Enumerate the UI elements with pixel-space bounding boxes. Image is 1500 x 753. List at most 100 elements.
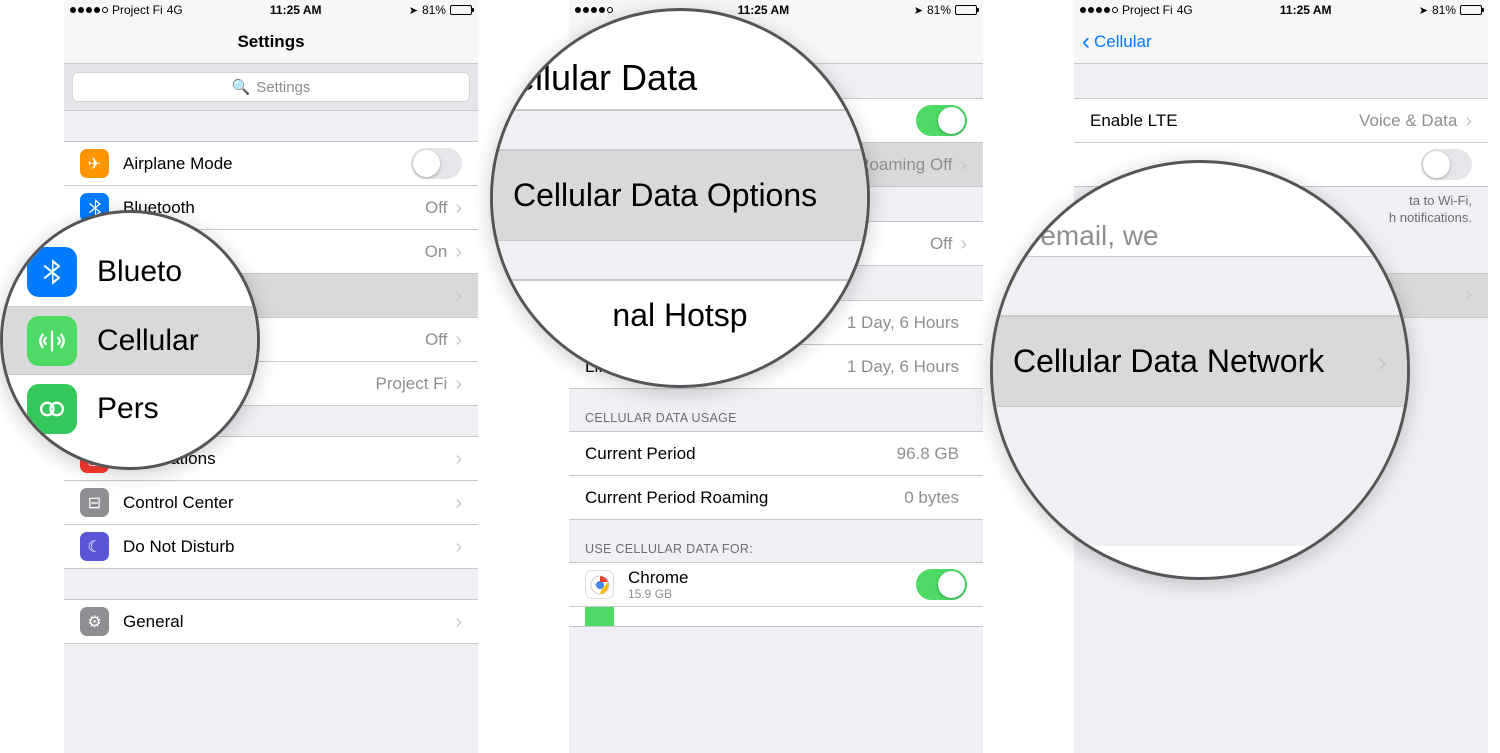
- row-wifi[interactable]: On ›: [64, 229, 478, 273]
- moon-icon: ☾: [80, 532, 109, 561]
- chevron-right-icon: ›: [455, 612, 462, 632]
- clock: 11:25 AM: [270, 3, 322, 17]
- battery-percent: 81%: [1432, 3, 1456, 17]
- airplane-toggle[interactable]: [411, 148, 462, 179]
- row-app[interactable]: [569, 606, 983, 626]
- row-cellular-data[interactable]: [569, 98, 983, 142]
- chevron-right-icon: ›: [455, 286, 462, 306]
- row-control-center[interactable]: ⊟ Control Center ›: [64, 480, 478, 524]
- value: 96.8 GB: [897, 444, 959, 464]
- chevron-right-icon: ›: [455, 242, 462, 262]
- label: Notifications: [123, 449, 455, 469]
- label: Cellular: [123, 286, 455, 306]
- value: Voice & Data: [1359, 111, 1457, 131]
- label: Current Period Roaming: [585, 488, 904, 508]
- row-personal-hotspot[interactable]: Off ›: [569, 221, 983, 265]
- gear-icon: ⚙: [80, 607, 109, 636]
- label: Airplane Mode: [123, 154, 411, 174]
- value: Off: [425, 330, 447, 350]
- status-bar: Project Fi 4G 11:25 AM ➤ 81%: [64, 0, 478, 20]
- label: Chrome: [628, 568, 916, 588]
- label: Lifetime: [585, 357, 847, 377]
- row-usage-current: Current Period 96.8 GB: [569, 431, 983, 475]
- value: Project Fi: [376, 374, 448, 394]
- label: Enable LTE: [1090, 111, 1359, 131]
- row-usage-roaming: Current Period Roaming 0 bytes: [569, 475, 983, 519]
- label: Current Period: [585, 444, 897, 464]
- chevron-left-icon: ‹: [1082, 30, 1090, 54]
- row-cellular[interactable]: Cellular ›: [64, 273, 478, 317]
- carrier-label: Project Fi: [112, 3, 163, 17]
- airplane-icon: ✈: [80, 149, 109, 178]
- signal-dots-icon: [70, 7, 108, 13]
- search-input[interactable]: 🔍 Settings: [72, 72, 470, 102]
- roaming-toggle[interactable]: [1421, 149, 1472, 180]
- cellular-icon: [80, 281, 109, 310]
- row-carrier[interactable]: Project Fi ›: [64, 361, 478, 405]
- row-calltime-lifetime: Lifetime 1 Day, 6 Hours: [569, 344, 983, 388]
- battery-icon: [955, 5, 977, 15]
- row-cellular-data-network[interactable]: ›: [1074, 273, 1488, 317]
- chevron-right-icon: ›: [960, 155, 967, 175]
- navbar: Settings: [64, 20, 478, 64]
- phone-cellular-data-options: Project Fi 4G 11:25 AM ➤ 81% ‹ Cellular …: [1074, 0, 1488, 753]
- chrome-toggle[interactable]: [916, 569, 967, 600]
- row-hotspot[interactable]: Off ›: [64, 317, 478, 361]
- row-general[interactable]: ⚙ General ›: [64, 599, 478, 643]
- row-enable-lte[interactable]: Enable LTE Voice & Data ›: [1074, 98, 1488, 142]
- chevron-right-icon: ›: [455, 537, 462, 557]
- network-label: 4G: [167, 3, 183, 17]
- signal-dots-icon: [1080, 7, 1118, 13]
- value: On: [425, 242, 448, 262]
- signal-dots-icon: [575, 7, 613, 13]
- carrier-label: Project Fi: [1122, 3, 1173, 17]
- row-cellular-data-options[interactable]: Roaming Off ›: [569, 142, 983, 186]
- header-usage: CELLULAR DATA USAGE: [569, 389, 983, 431]
- label: Bluetooth: [123, 198, 425, 218]
- cellular-data-toggle[interactable]: [916, 105, 967, 136]
- chevron-right-icon: ›: [455, 330, 462, 350]
- search-placeholder: Settings: [256, 79, 310, 96]
- value: 0 bytes: [904, 488, 959, 508]
- app-icon: [585, 606, 614, 626]
- back-label: Cellular: [1094, 32, 1152, 52]
- row-dnd[interactable]: ☾ Do Not Disturb ›: [64, 524, 478, 568]
- row-calltime-current: Current Period 1 Day, 6 Hours: [569, 300, 983, 344]
- search-icon: 🔍: [232, 78, 251, 96]
- hotspot-icon: [80, 325, 109, 354]
- label: Control Center: [123, 493, 455, 513]
- chevron-right-icon: ›: [960, 234, 967, 254]
- value: Roaming Off: [857, 155, 952, 175]
- row-airplane-mode[interactable]: ✈ Airplane Mode: [64, 141, 478, 185]
- chrome-icon: [585, 570, 614, 599]
- row-app-chrome[interactable]: Chrome 15.9 GB: [569, 562, 983, 606]
- phone-settings: Project Fi 4G 11:25 AM ➤ 81% Settings 🔍 …: [64, 0, 478, 753]
- navbar: [569, 20, 983, 64]
- chevron-right-icon: ›: [455, 449, 462, 469]
- value: Off: [930, 234, 952, 254]
- label: General: [123, 612, 455, 632]
- back-button[interactable]: ‹ Cellular: [1082, 30, 1152, 54]
- location-icon: ➤: [409, 4, 418, 17]
- row-data-roaming[interactable]: [1074, 142, 1488, 186]
- location-icon: ➤: [914, 4, 923, 17]
- chevron-right-icon: ›: [1465, 111, 1472, 131]
- bluetooth-icon: [80, 193, 109, 222]
- chevron-right-icon: ›: [1465, 285, 1472, 305]
- notifications-icon: ▢: [80, 444, 109, 473]
- value: Off: [425, 198, 447, 218]
- battery-icon: [450, 5, 472, 15]
- row-bluetooth[interactable]: Bluetooth Off ›: [64, 185, 478, 229]
- chevron-right-icon: ›: [455, 493, 462, 513]
- status-bar: 11:25 AM ➤ 81%: [569, 0, 983, 20]
- label: Do Not Disturb: [123, 537, 455, 557]
- clock: 11:25 AM: [1280, 3, 1332, 17]
- chevron-right-icon: ›: [455, 374, 462, 394]
- status-bar: Project Fi 4G 11:25 AM ➤ 81%: [1074, 0, 1488, 20]
- value: 1 Day, 6 Hours: [847, 313, 959, 333]
- row-notifications[interactable]: ▢ Notifications ›: [64, 436, 478, 480]
- clock: 11:25 AM: [738, 3, 790, 17]
- phone-cellular: 11:25 AM ➤ 81% Roaming Off › Off › Curre…: [569, 0, 983, 753]
- header-use-for: USE CELLULAR DATA FOR:: [569, 520, 983, 562]
- label: Current Period: [585, 313, 847, 333]
